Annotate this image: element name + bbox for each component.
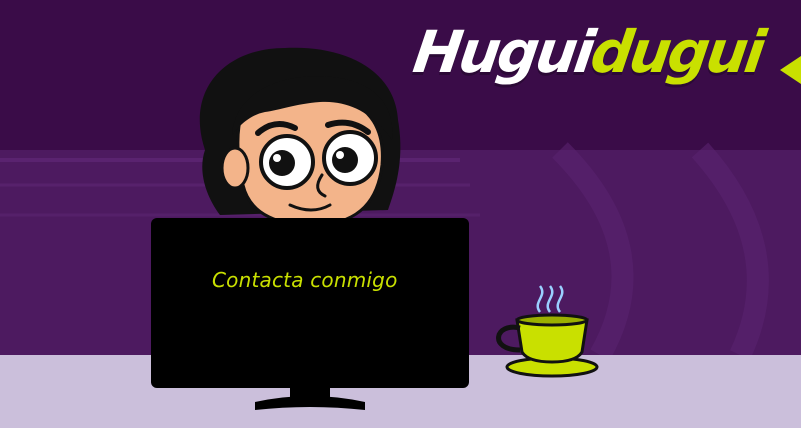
coffee-cup-rim: [515, 313, 589, 327]
brand-name-part-1: Hugui: [409, 18, 597, 86]
hero-scene: Huguidugui Contacta conmigo: [0, 0, 801, 428]
nav-arrow-left-icon[interactable]: [780, 56, 801, 84]
pupil-left: [269, 150, 295, 176]
eye-shine: [273, 154, 281, 162]
eye-shine: [336, 151, 344, 159]
character-ear: [220, 146, 250, 190]
contact-link[interactable]: Contacta conmigo: [212, 268, 398, 292]
pupil-right: [332, 147, 358, 173]
computer-monitor: [151, 218, 469, 388]
brand-logo[interactable]: Huguidugui: [409, 18, 767, 86]
brand-name-part-2: dugui: [586, 18, 767, 86]
